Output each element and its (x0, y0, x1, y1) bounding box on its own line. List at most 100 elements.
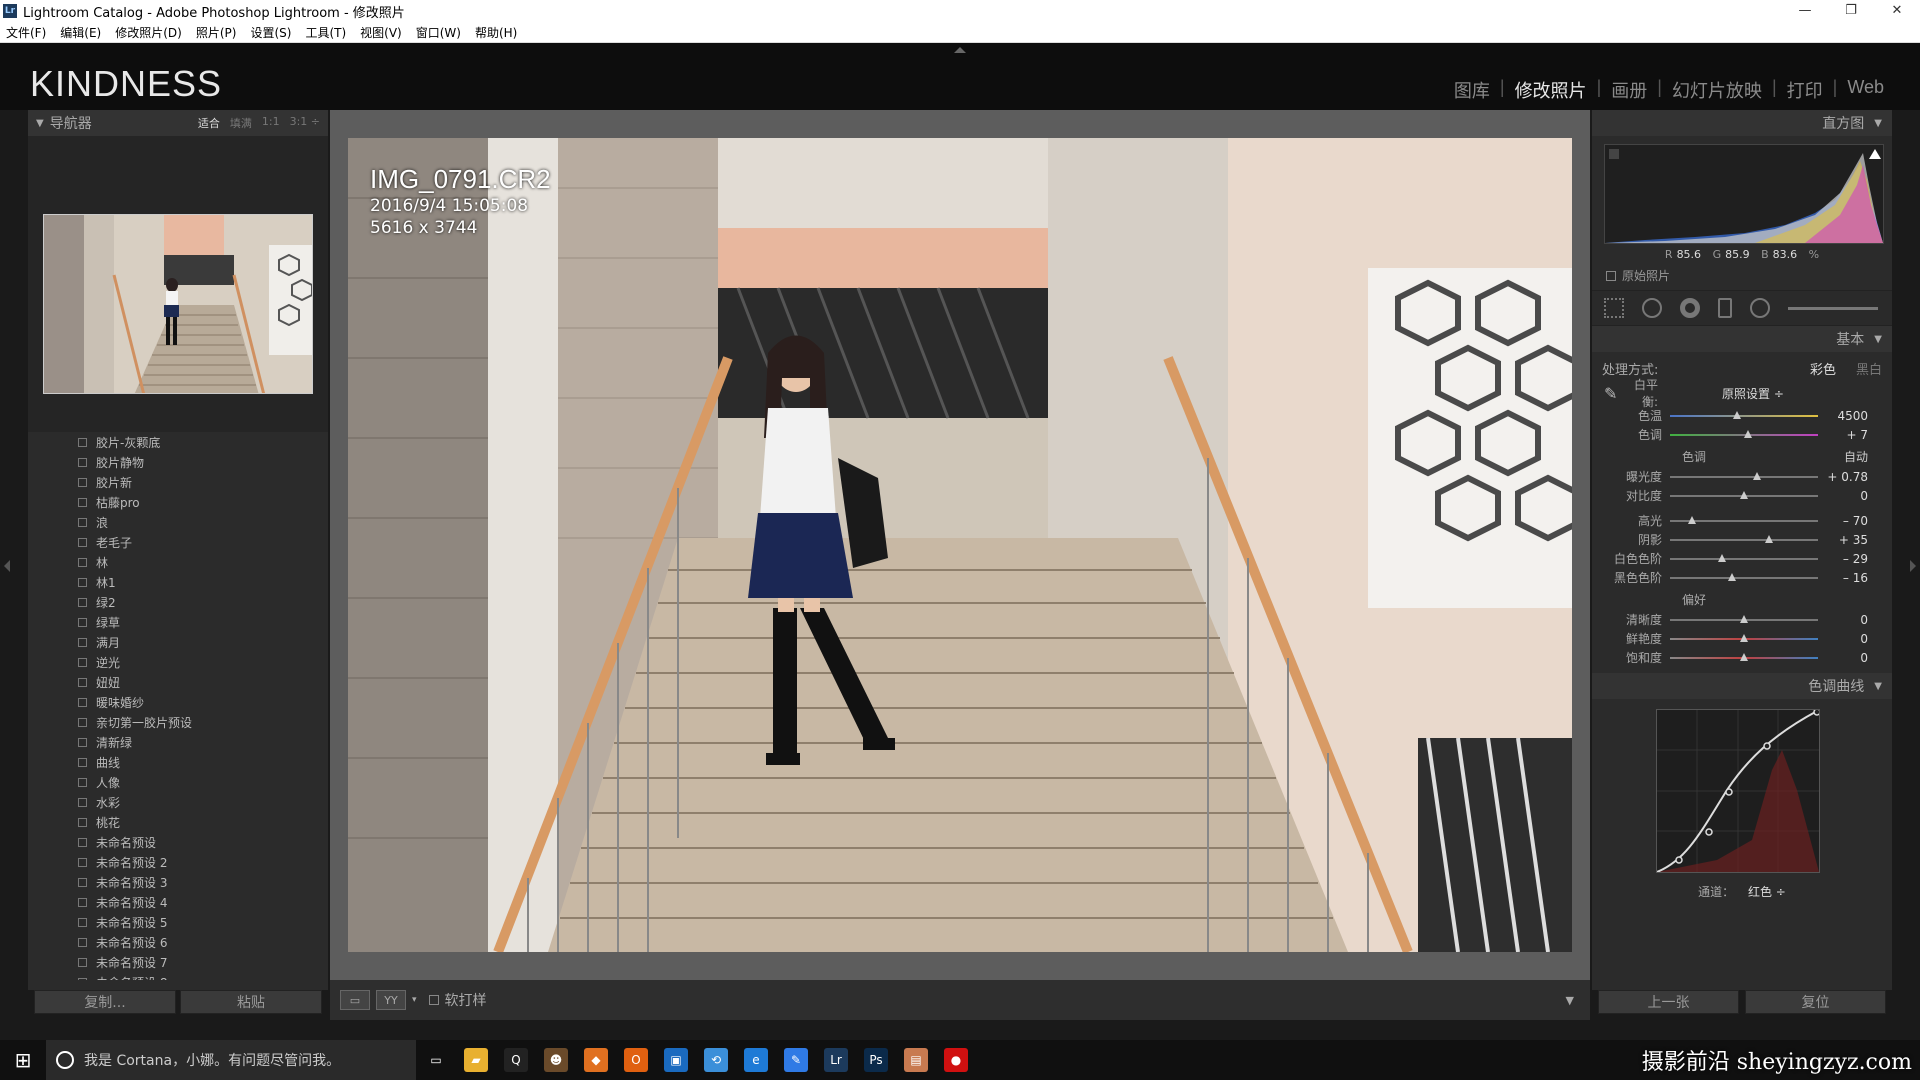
preset-item[interactable]: 未命名预设 5 (28, 912, 328, 932)
slider-knob[interactable] (1765, 534, 1774, 543)
module-library[interactable]: 图库 (1444, 77, 1500, 103)
file-explorer-icon[interactable]: ▰ (456, 1040, 496, 1080)
preset-item[interactable]: 未命名预设 2 (28, 852, 328, 872)
slider-knob[interactable] (1717, 553, 1726, 562)
minimize-button[interactable]: — (1782, 0, 1828, 22)
slider-knob[interactable] (1688, 515, 1697, 524)
module-book[interactable]: 画册 (1601, 77, 1657, 103)
module-print[interactable]: 打印 (1777, 77, 1833, 103)
preset-item[interactable]: 未命名预设 3 (28, 872, 328, 892)
preset-item[interactable]: 未命名预设 7 (28, 952, 328, 972)
image-viewer-icon[interactable]: ▤ (896, 1040, 936, 1080)
preset-item[interactable]: 浪 (28, 512, 328, 532)
game-icon[interactable]: ☻ (536, 1040, 576, 1080)
menu-tools[interactable]: 工具(T) (305, 24, 346, 41)
treatment-color-button[interactable]: 彩色 (1810, 359, 1836, 378)
soft-proof-checkbox[interactable] (428, 995, 439, 1005)
qq-icon[interactable]: Q (496, 1040, 536, 1080)
collapse-top-panel-icon[interactable] (954, 47, 966, 53)
preset-item[interactable]: 绿草 (28, 612, 328, 632)
saturation-slider[interactable] (1670, 652, 1818, 661)
exposure-slider[interactable] (1670, 471, 1818, 480)
treatment-bw-button[interactable]: 黑白 (1856, 359, 1882, 378)
basic-header[interactable]: 基本 ▼ (1592, 326, 1892, 352)
cortana-search-box[interactable]: 我是 Cortana，小娜。有问题尽管问我。 (46, 1040, 416, 1080)
office-icon[interactable]: O (616, 1040, 656, 1080)
zoom-3-1[interactable]: 3:1 ÷ (290, 115, 320, 131)
tint-slider[interactable] (1670, 429, 1818, 438)
windows-start-icon[interactable]: ⊞ (0, 1040, 46, 1080)
collapse-left-panel-icon[interactable] (4, 560, 10, 572)
preset-item[interactable]: 曲线 (28, 752, 328, 772)
shadows-value[interactable]: + 35 (1818, 533, 1868, 547)
preset-item[interactable]: 林 (28, 552, 328, 572)
blacks-value[interactable]: – 16 (1818, 571, 1868, 585)
slider-knob[interactable] (1732, 410, 1741, 419)
crop-tool-icon[interactable] (1604, 298, 1624, 318)
wb-select[interactable]: 原照设置 ÷ (1722, 385, 1784, 402)
whites-slider[interactable] (1670, 553, 1818, 562)
menu-file[interactable]: 文件(F) (6, 24, 46, 41)
preset-item[interactable]: 桃花 (28, 812, 328, 832)
preset-item[interactable]: 胶片静物 (28, 452, 328, 472)
slider-knob[interactable] (1740, 652, 1748, 661)
zoom-1-1[interactable]: 1:1 (262, 115, 280, 131)
clarity-value[interactable]: 0 (1818, 613, 1868, 627)
histogram[interactable] (1604, 144, 1884, 244)
lightroom-icon[interactable]: Lr (816, 1040, 856, 1080)
disclosure-triangle-icon[interactable]: ▼ (1874, 118, 1882, 129)
red-eye-icon[interactable] (1680, 298, 1700, 318)
edge-icon[interactable]: e (736, 1040, 776, 1080)
toolbar-menu-icon[interactable]: ▼ (1566, 994, 1574, 1007)
presets-list[interactable]: 胶片-灰颗底 胶片静物 胶片新 枯藤pro 浪老毛子林林1 绿2 绿草 满月 逆光 妞妞 暖味婚纱亲… (28, 432, 328, 980)
slider-knob[interactable] (1740, 614, 1748, 623)
module-web[interactable]: Web (1837, 77, 1894, 103)
preset-item[interactable]: 人像 (28, 772, 328, 792)
saturation-value[interactable]: 0 (1818, 651, 1868, 665)
preset-item[interactable]: 逆光 (28, 652, 328, 672)
preset-item[interactable]: 未命名预设 6 (28, 932, 328, 952)
shadows-slider[interactable] (1670, 534, 1818, 543)
disclosure-triangle-icon[interactable]: ▼ (36, 118, 44, 129)
wb-eyedropper-icon[interactable]: ✎ (1604, 384, 1632, 403)
preset-item[interactable]: 胶片-灰颗底 (28, 432, 328, 452)
tone-curve-header[interactable]: 色调曲线 ▼ (1592, 673, 1892, 699)
slider-knob[interactable] (1753, 471, 1762, 480)
module-slideshow[interactable]: 幻灯片放映 (1662, 77, 1772, 103)
disclosure-triangle-icon[interactable]: ▼ (1874, 681, 1882, 692)
temp-slider[interactable] (1670, 410, 1818, 419)
histogram-header[interactable]: 直方图 ▼ (1592, 110, 1892, 136)
menu-settings[interactable]: 设置(S) (250, 24, 291, 41)
maximize-button[interactable]: ❐ (1828, 0, 1874, 22)
adjustment-brush-icon[interactable] (1788, 306, 1878, 310)
preset-item[interactable]: 未命名预设 8 (28, 972, 328, 980)
channel-select[interactable]: 红色 ÷ (1748, 885, 1786, 899)
zoom-fill[interactable]: 填满 (230, 115, 252, 131)
slider-knob[interactable] (1740, 490, 1748, 499)
navigator-header[interactable]: ▼ 导航器 适合 填满 1:1 3:1 ÷ (28, 110, 328, 136)
previous-button[interactable]: 上一张 (1598, 990, 1739, 1014)
highlights-value[interactable]: – 70 (1818, 514, 1868, 528)
monitor-icon[interactable]: ▣ (656, 1040, 696, 1080)
menu-develop[interactable]: 修改照片(D) (115, 24, 182, 41)
slider-knob[interactable] (1728, 572, 1737, 581)
paste-settings-button[interactable]: 粘贴 (180, 990, 322, 1014)
contrast-slider[interactable] (1670, 490, 1818, 499)
menu-window[interactable]: 窗口(W) (416, 24, 461, 41)
preset-item[interactable]: 满月 (28, 632, 328, 652)
preset-item[interactable]: 绿2 (28, 592, 328, 612)
clarity-slider[interactable] (1670, 614, 1818, 623)
photoshop-icon[interactable]: Ps (856, 1040, 896, 1080)
menu-edit[interactable]: 编辑(E) (60, 24, 101, 41)
record-icon[interactable]: ● (936, 1040, 976, 1080)
dropdown-arrow-icon[interactable]: ▾ (412, 995, 417, 1005)
menu-view[interactable]: 视图(V) (360, 24, 402, 41)
whites-value[interactable]: – 29 (1818, 552, 1868, 566)
app-icon[interactable]: ◆ (576, 1040, 616, 1080)
preset-item[interactable]: 胶片新 (28, 472, 328, 492)
temp-value[interactable]: 4500 (1818, 409, 1868, 423)
network-icon[interactable]: ⟲ (696, 1040, 736, 1080)
preset-item[interactable]: 老毛子 (28, 532, 328, 552)
navigator-thumbnail[interactable] (43, 214, 313, 394)
task-view-icon[interactable]: ▭ (416, 1040, 456, 1080)
